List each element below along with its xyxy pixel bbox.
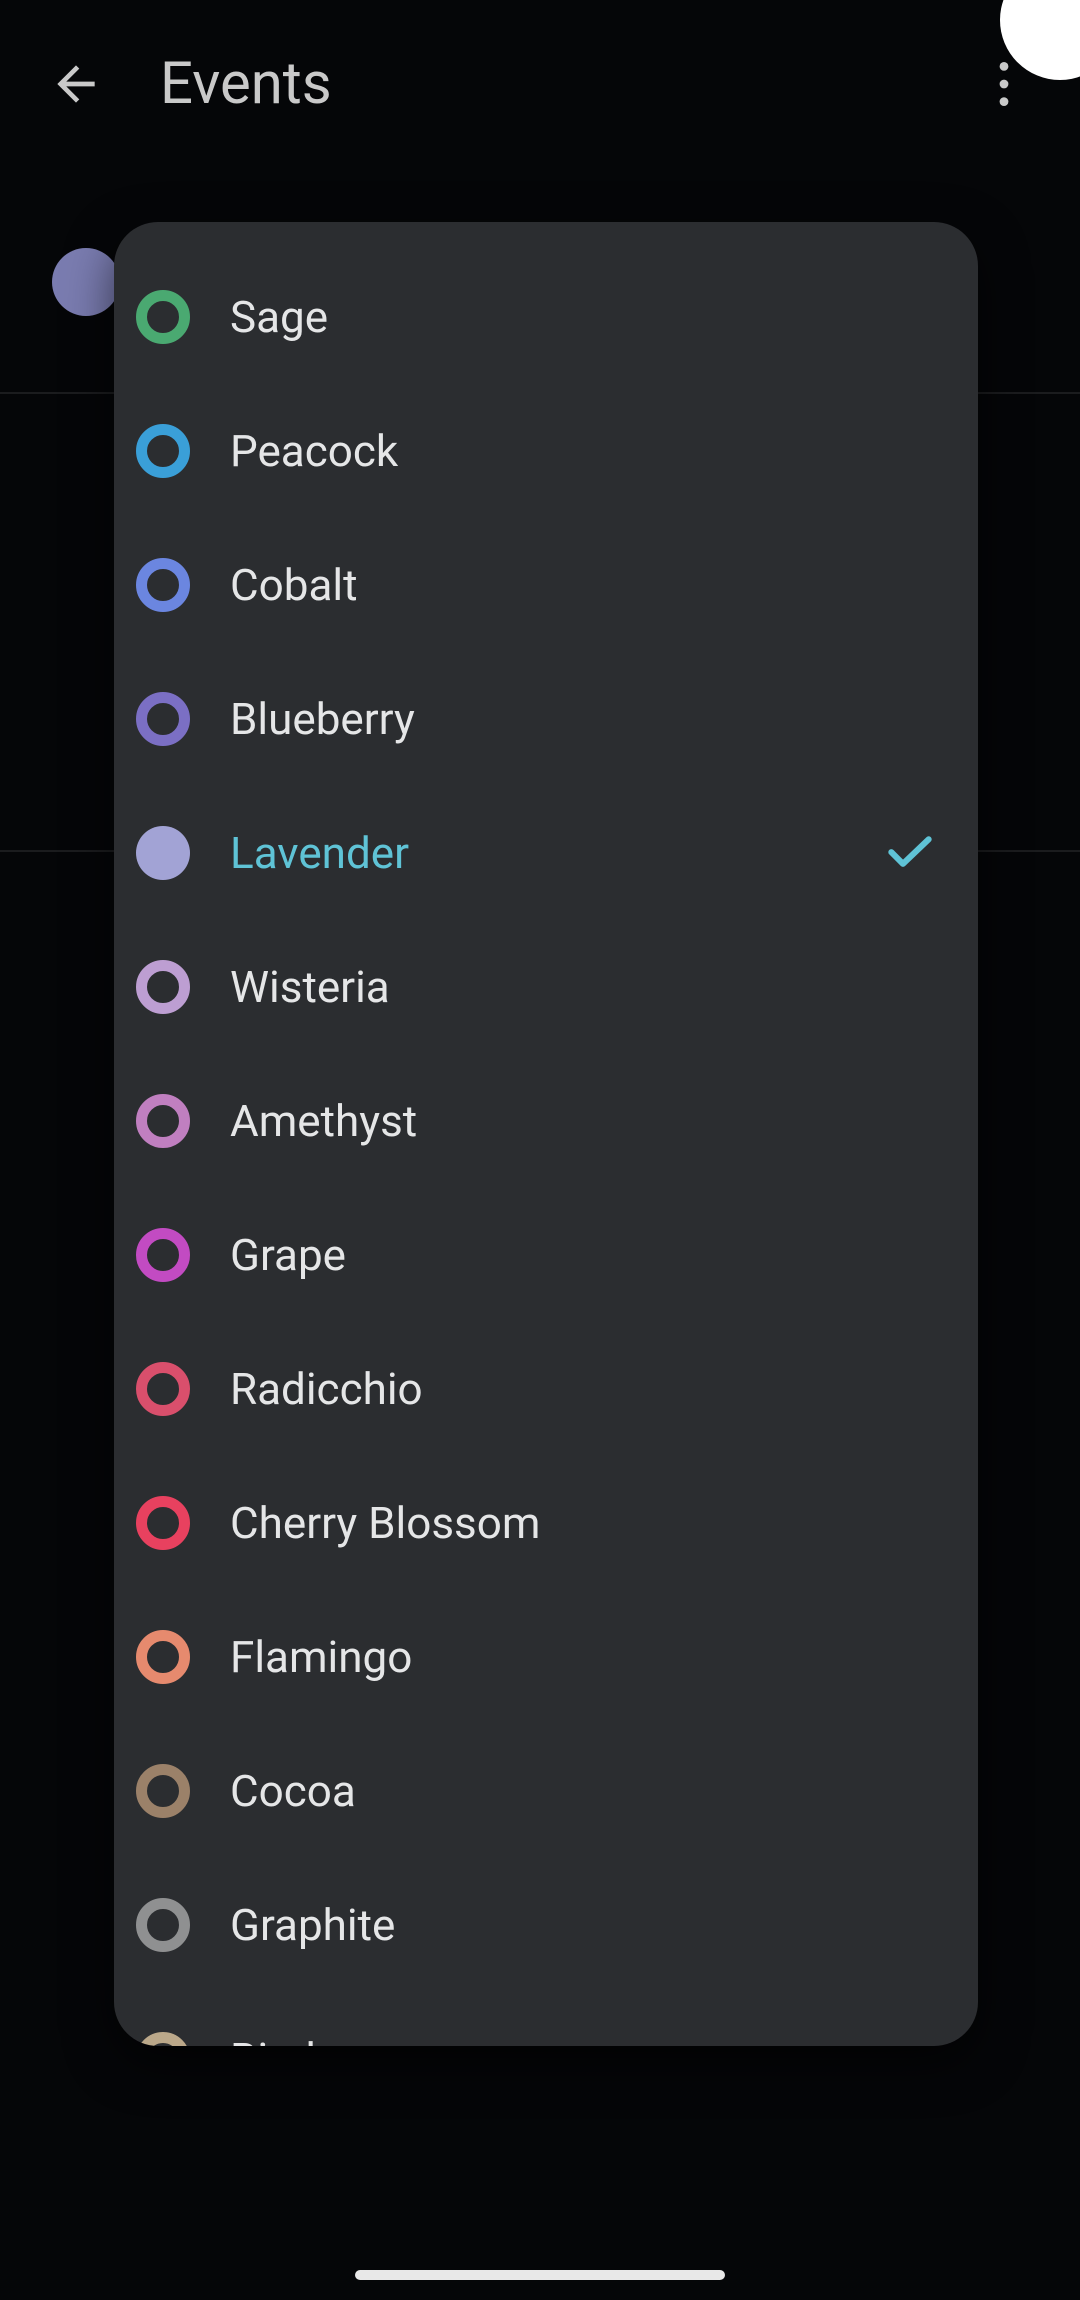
color-picker-dialog: Sage Peacock Cobalt Blueberry Lavender W… bbox=[114, 222, 978, 2046]
arrow-left-icon bbox=[48, 56, 104, 112]
color-swatch-icon bbox=[136, 960, 190, 1014]
color-option-graphite[interactable]: Graphite bbox=[114, 1858, 978, 1992]
color-swatch-icon bbox=[136, 692, 190, 746]
color-swatch-icon bbox=[136, 290, 190, 344]
color-swatch-icon bbox=[136, 1630, 190, 1684]
color-option-label: Lavender bbox=[230, 827, 409, 879]
current-color-swatch bbox=[52, 248, 120, 316]
color-option-label: Grape bbox=[230, 1229, 346, 1281]
color-swatch-icon bbox=[136, 2032, 190, 2046]
color-swatch-icon bbox=[136, 826, 190, 880]
app-bar: Events bbox=[0, 0, 1080, 168]
color-option-label: Sage bbox=[230, 291, 328, 343]
home-indicator[interactable] bbox=[355, 2270, 725, 2280]
color-swatch-icon bbox=[136, 1496, 190, 1550]
color-swatch-icon bbox=[136, 558, 190, 612]
color-option-birch[interactable]: Birch bbox=[114, 1992, 978, 2046]
color-option-lavender[interactable]: Lavender bbox=[114, 786, 978, 920]
color-option-label: Cobalt bbox=[230, 559, 357, 611]
more-vert-icon bbox=[999, 62, 1009, 106]
color-option-wisteria[interactable]: Wisteria bbox=[114, 920, 978, 1054]
color-option-label: Wisteria bbox=[230, 961, 390, 1013]
color-option-label: Peacock bbox=[230, 425, 398, 477]
page-title: Events bbox=[160, 50, 332, 118]
color-option-cherry-blossom[interactable]: Cherry Blossom bbox=[114, 1456, 978, 1590]
color-swatch-icon bbox=[136, 1898, 190, 1952]
color-option-label: Cocoa bbox=[230, 1765, 356, 1817]
color-swatch-icon bbox=[136, 1764, 190, 1818]
color-option-cocoa[interactable]: Cocoa bbox=[114, 1724, 978, 1858]
color-option-flamingo[interactable]: Flamingo bbox=[114, 1590, 978, 1724]
color-option-label: Amethyst bbox=[230, 1095, 417, 1147]
color-option-peacock[interactable]: Peacock bbox=[114, 384, 978, 518]
color-option-grape[interactable]: Grape bbox=[114, 1188, 978, 1322]
color-option-label: Birch bbox=[230, 2033, 330, 2046]
color-swatch-icon bbox=[136, 424, 190, 478]
color-option-blueberry[interactable]: Blueberry bbox=[114, 652, 978, 786]
color-option-label: Flamingo bbox=[230, 1631, 412, 1683]
color-swatch-icon bbox=[136, 1094, 190, 1148]
color-option-label: Radicchio bbox=[230, 1363, 423, 1415]
back-button[interactable] bbox=[28, 36, 124, 132]
color-swatch-icon bbox=[136, 1228, 190, 1282]
color-option-label: Blueberry bbox=[230, 693, 415, 745]
color-option-radicchio[interactable]: Radicchio bbox=[114, 1322, 978, 1456]
color-swatch-icon bbox=[136, 1362, 190, 1416]
color-option-sage[interactable]: Sage bbox=[114, 250, 978, 384]
color-option-cobalt[interactable]: Cobalt bbox=[114, 518, 978, 652]
color-option-label: Cherry Blossom bbox=[230, 1497, 540, 1549]
color-option-amethyst[interactable]: Amethyst bbox=[114, 1054, 978, 1188]
selected-check-icon bbox=[882, 823, 938, 883]
color-option-label: Graphite bbox=[230, 1899, 395, 1951]
